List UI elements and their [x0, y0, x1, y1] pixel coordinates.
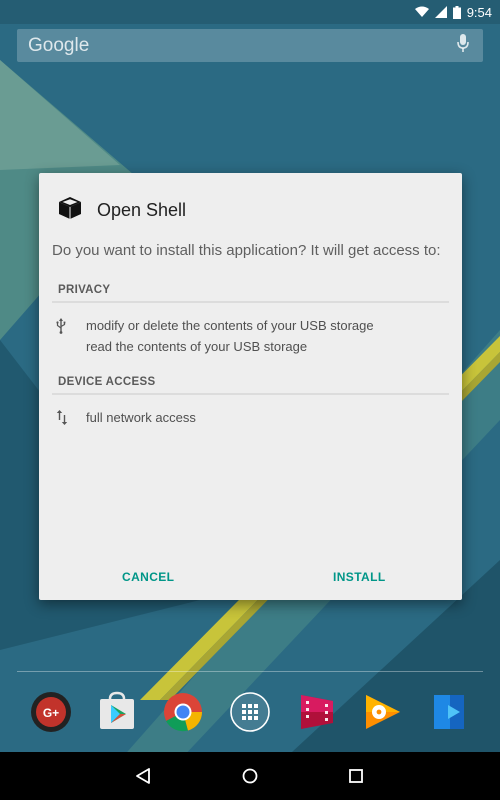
play-store-icon[interactable] — [96, 691, 138, 733]
google-plus-icon[interactable]: G+ — [30, 691, 72, 733]
section-heading-privacy: PRIVACY — [58, 284, 111, 296]
google-logo: Google — [28, 34, 90, 56]
wifi-icon — [414, 6, 429, 18]
dialog-prompt: Do you want to install this application?… — [52, 242, 441, 259]
divider — [52, 301, 449, 303]
status-bar: 9:54 — [0, 0, 500, 24]
divider — [52, 393, 449, 395]
install-dialog: Open Shell Do you want to install this a… — [39, 173, 462, 600]
dialog-header: Open Shell — [57, 195, 186, 226]
install-button[interactable]: INSTALL — [333, 570, 386, 584]
back-icon[interactable] — [134, 766, 154, 786]
home-icon[interactable] — [240, 766, 260, 786]
cancel-button[interactable]: CANCEL — [122, 570, 174, 584]
section-heading-device-access: DEVICE ACCESS — [58, 376, 156, 388]
permission-item: read the contents of your USB storage — [86, 339, 308, 354]
svg-text:G+: G+ — [43, 706, 59, 720]
permission-item: full network access — [86, 410, 196, 425]
play-movies-icon[interactable] — [296, 691, 338, 733]
signal-icon — [434, 6, 447, 18]
status-time: 9:54 — [466, 4, 492, 20]
chrome-icon[interactable] — [162, 691, 204, 733]
app-drawer-icon[interactable] — [229, 691, 271, 733]
usb-icon — [56, 318, 66, 339]
cube-icon — [57, 195, 83, 226]
dialog-title: Open Shell — [97, 200, 187, 220]
recents-icon[interactable] — [346, 766, 366, 786]
mic-icon[interactable] — [457, 34, 469, 57]
play-music-icon[interactable] — [362, 691, 404, 733]
battery-icon — [452, 5, 461, 19]
play-books-icon[interactable] — [428, 691, 470, 733]
dock-divider — [17, 671, 483, 672]
google-search-bar[interactable]: Google — [17, 29, 483, 62]
network-arrows-icon — [56, 410, 68, 430]
navigation-bar — [0, 752, 500, 800]
permission-item: modify or delete the contents of your US… — [86, 318, 374, 333]
